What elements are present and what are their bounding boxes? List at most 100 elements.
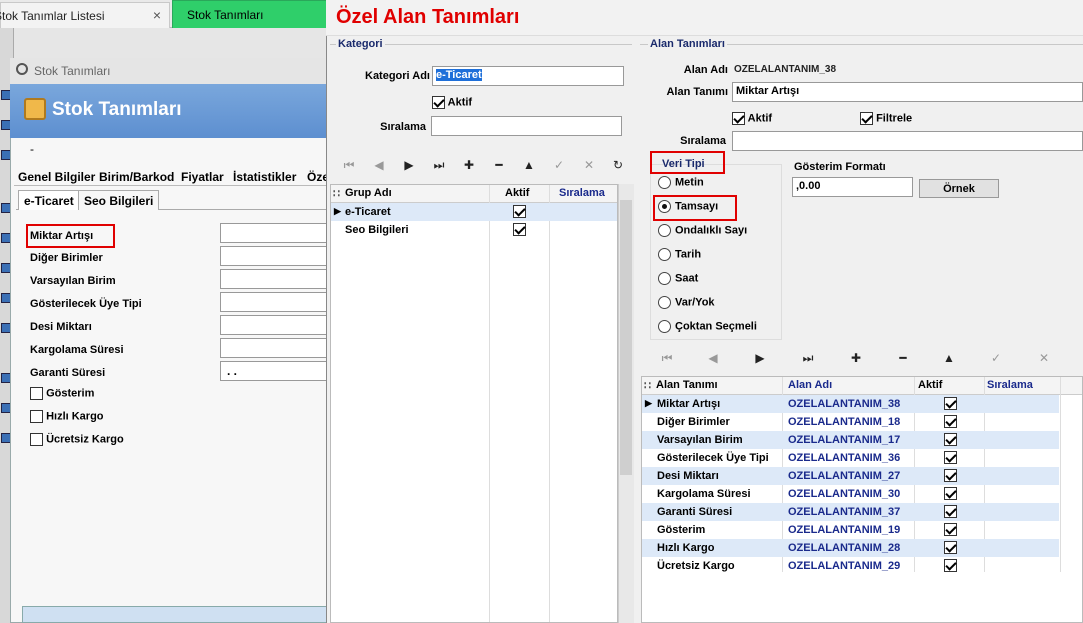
col-aktif[interactable]: Aktif: [918, 379, 942, 391]
cancel-icon[interactable]: ✕: [1020, 351, 1068, 365]
subtab-seo-bilgileri[interactable]: Seo Bilgileri: [78, 190, 160, 210]
col-aktif[interactable]: Aktif: [505, 187, 529, 199]
checkbox-icon[interactable]: [30, 387, 43, 400]
field-input[interactable]: [220, 246, 330, 266]
cell-aktif[interactable]: [944, 541, 957, 554]
field-input[interactable]: [220, 269, 330, 289]
tab-stok-tanimlari[interactable]: Stok Tanımları: [172, 0, 330, 28]
cell-aktif[interactable]: [513, 205, 526, 218]
radio-ondalikli[interactable]: Ondalıklı Sayı: [658, 224, 747, 237]
first-icon[interactable]: ⏮: [644, 351, 690, 366]
radio-icon[interactable]: [658, 224, 671, 237]
alan-aktif-checkbox[interactable]: Aktif: [732, 112, 772, 125]
tab-birim-barkod[interactable]: Birim/Barkod: [99, 170, 174, 184]
checkbox-icon[interactable]: [944, 523, 957, 536]
radio-tarih[interactable]: Tarih: [658, 248, 701, 261]
table-row[interactable]: Hızlı Kargo OZELALANTANIM_28: [642, 539, 1059, 557]
field-input[interactable]: [220, 315, 330, 335]
col-alan-adi[interactable]: Alan Adı: [788, 379, 832, 391]
radio-icon[interactable]: [658, 248, 671, 261]
tab-stok-tanimlar-listesi[interactable]: Stok Tanımlar Listesi ×: [0, 2, 170, 28]
cell-aktif[interactable]: [944, 505, 957, 518]
tab-istatistikler[interactable]: İstatistikler: [233, 170, 296, 184]
add-icon[interactable]: ✚: [832, 351, 880, 365]
check-icon[interactable]: ✓: [544, 158, 574, 172]
field-input[interactable]: [220, 338, 330, 358]
checkbox-icon[interactable]: [944, 541, 957, 554]
add-icon[interactable]: ✚: [454, 158, 484, 172]
radio-icon[interactable]: [658, 320, 671, 333]
checkbox-icon[interactable]: [944, 415, 957, 428]
checkbox-icon[interactable]: [944, 559, 957, 572]
checkbox-icon[interactable]: [513, 223, 526, 236]
col-siralama[interactable]: Sıralama: [559, 187, 605, 199]
gosterim-checkbox[interactable]: Gösterim: [30, 387, 94, 400]
scrollbar-thumb[interactable]: [620, 200, 632, 475]
tab-fiyatlar[interactable]: Fiyatlar: [181, 170, 224, 184]
cell-aktif[interactable]: [944, 559, 957, 572]
radio-var-yok[interactable]: Var/Yok: [658, 296, 715, 309]
next-icon[interactable]: ▶: [736, 351, 784, 365]
cell-aktif[interactable]: [944, 487, 957, 500]
radio-icon[interactable]: [658, 296, 671, 309]
filtrele-checkbox[interactable]: Filtrele: [860, 112, 912, 125]
radio-icon[interactable]: [658, 272, 671, 285]
checkbox-icon[interactable]: [732, 112, 745, 125]
up-icon[interactable]: ▲: [514, 158, 544, 172]
last-icon[interactable]: ⏭: [424, 158, 454, 173]
checkbox-icon[interactable]: [30, 410, 43, 423]
checkbox-icon[interactable]: [944, 469, 957, 482]
table-row[interactable]: Diğer Birimler OZELALANTANIM_18: [642, 413, 1059, 431]
table-row[interactable]: Gösterilecek Üye Tipi OZELALANTANIM_36: [642, 449, 1059, 467]
table-row[interactable]: Varsayılan Birim OZELALANTANIM_17: [642, 431, 1059, 449]
table-row[interactable]: Ücretsiz Kargo OZELALANTANIM_29: [642, 557, 1059, 575]
delete-icon[interactable]: ━: [484, 158, 514, 172]
col-grup-adi[interactable]: Grup Adı: [345, 187, 392, 199]
radio-coktan[interactable]: Çoktan Seçmeli: [658, 320, 757, 333]
cancel-icon[interactable]: ✕: [574, 158, 604, 172]
cell-aktif[interactable]: [944, 397, 957, 410]
cell-aktif[interactable]: [944, 433, 957, 446]
first-icon[interactable]: ⏮: [334, 158, 364, 173]
last-icon[interactable]: ⏭: [784, 351, 832, 366]
table-row[interactable]: Desi Miktarı OZELALANTANIM_27: [642, 467, 1059, 485]
field-input[interactable]: [220, 292, 330, 312]
checkbox-icon[interactable]: [944, 505, 957, 518]
checkbox-icon[interactable]: [944, 451, 957, 464]
cell-aktif[interactable]: [944, 451, 957, 464]
subtab-e-ticaret[interactable]: e-Ticaret: [18, 190, 80, 210]
table-row[interactable]: ▶ Miktar Artışı OZELALANTANIM_38: [642, 395, 1059, 413]
alan-sira-input[interactable]: [732, 131, 1083, 151]
refresh-icon[interactable]: ↻: [604, 158, 632, 172]
alan-tanimi-input[interactable]: Miktar Artışı: [732, 82, 1083, 102]
table-row[interactable]: Garanti Süresi OZELALANTANIM_37: [642, 503, 1059, 521]
ornek-button[interactable]: Örnek: [919, 179, 999, 198]
checkbox-icon[interactable]: [513, 205, 526, 218]
ucretsiz-kargo-checkbox[interactable]: Ücretsiz Kargo: [30, 433, 124, 446]
close-icon[interactable]: ×: [153, 7, 161, 23]
cell-aktif[interactable]: [944, 415, 957, 428]
col-siralama[interactable]: Sıralama: [987, 379, 1033, 391]
table-row[interactable]: Seo Bilgileri: [331, 221, 617, 239]
format-input[interactable]: ,0.00: [792, 177, 913, 197]
prev-icon[interactable]: ◀: [364, 158, 394, 172]
hizli-kargo-checkbox[interactable]: Hızlı Kargo: [30, 410, 104, 423]
radio-icon[interactable]: [658, 176, 671, 189]
tab-genel-bilgiler[interactable]: Genel Bilgiler: [18, 170, 95, 184]
checkbox-icon[interactable]: [944, 433, 957, 446]
table-row[interactable]: Kargolama Süresi OZELALANTANIM_30: [642, 485, 1059, 503]
garanti-input[interactable]: . .: [220, 361, 330, 381]
prev-icon[interactable]: ◀: [690, 351, 736, 365]
checkbox-icon[interactable]: [860, 112, 873, 125]
checkbox-icon[interactable]: [944, 487, 957, 500]
table-row[interactable]: ▶ e-Ticaret: [331, 203, 617, 221]
next-icon[interactable]: ▶: [394, 158, 424, 172]
table-row[interactable]: Gösterim OZELALANTANIM_19: [642, 521, 1059, 539]
radio-metin[interactable]: Metin: [658, 176, 704, 189]
kategori-aktif-checkbox[interactable]: Aktif: [432, 96, 472, 109]
check-icon[interactable]: ✓: [972, 351, 1020, 365]
kategori-sira-input[interactable]: [431, 116, 622, 136]
checkbox-icon[interactable]: [30, 433, 43, 446]
cell-aktif[interactable]: [944, 523, 957, 536]
checkbox-icon[interactable]: [944, 397, 957, 410]
